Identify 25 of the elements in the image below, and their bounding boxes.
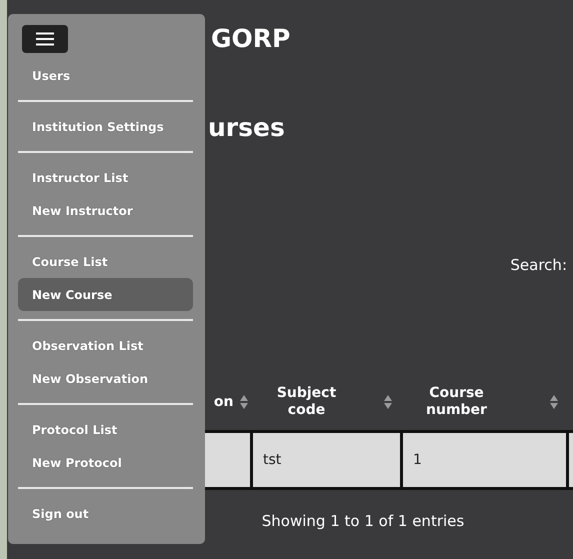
table-info: Showing 1 to 1 of 1 entries (260, 512, 466, 530)
menu-item[interactable]: Observation List (18, 329, 193, 362)
search-label: Search: (510, 256, 567, 274)
page-heading: urses (208, 112, 286, 144)
column-header[interactable]: Subject code (262, 385, 352, 419)
menu-item[interactable]: Institution Settings (18, 110, 193, 143)
app-title: GORP (211, 23, 292, 55)
menu-item[interactable]: New Course (18, 278, 193, 311)
column-header[interactable]: on (214, 394, 234, 410)
menu-item[interactable]: Instructor List (18, 161, 193, 194)
menu-toggle-button[interactable] (22, 25, 68, 53)
table-cell: 1 (402, 432, 568, 488)
sort-icon (384, 395, 392, 409)
sort-icon (240, 395, 248, 409)
menu-item[interactable]: New Protocol (18, 446, 193, 479)
sort-icon (550, 395, 558, 409)
table-cell: tst (252, 432, 402, 488)
column-header[interactable]: Course number (412, 385, 502, 419)
menu-item[interactable]: New Instructor (18, 194, 193, 227)
menu-item[interactable]: Course List (18, 245, 193, 278)
menu-icon (36, 32, 54, 46)
menu-item[interactable]: New Observation (18, 362, 193, 395)
menu-item[interactable]: Sign out (18, 497, 193, 530)
menu-item[interactable]: Protocol List (18, 413, 193, 446)
menu-item[interactable]: Users (18, 59, 193, 92)
